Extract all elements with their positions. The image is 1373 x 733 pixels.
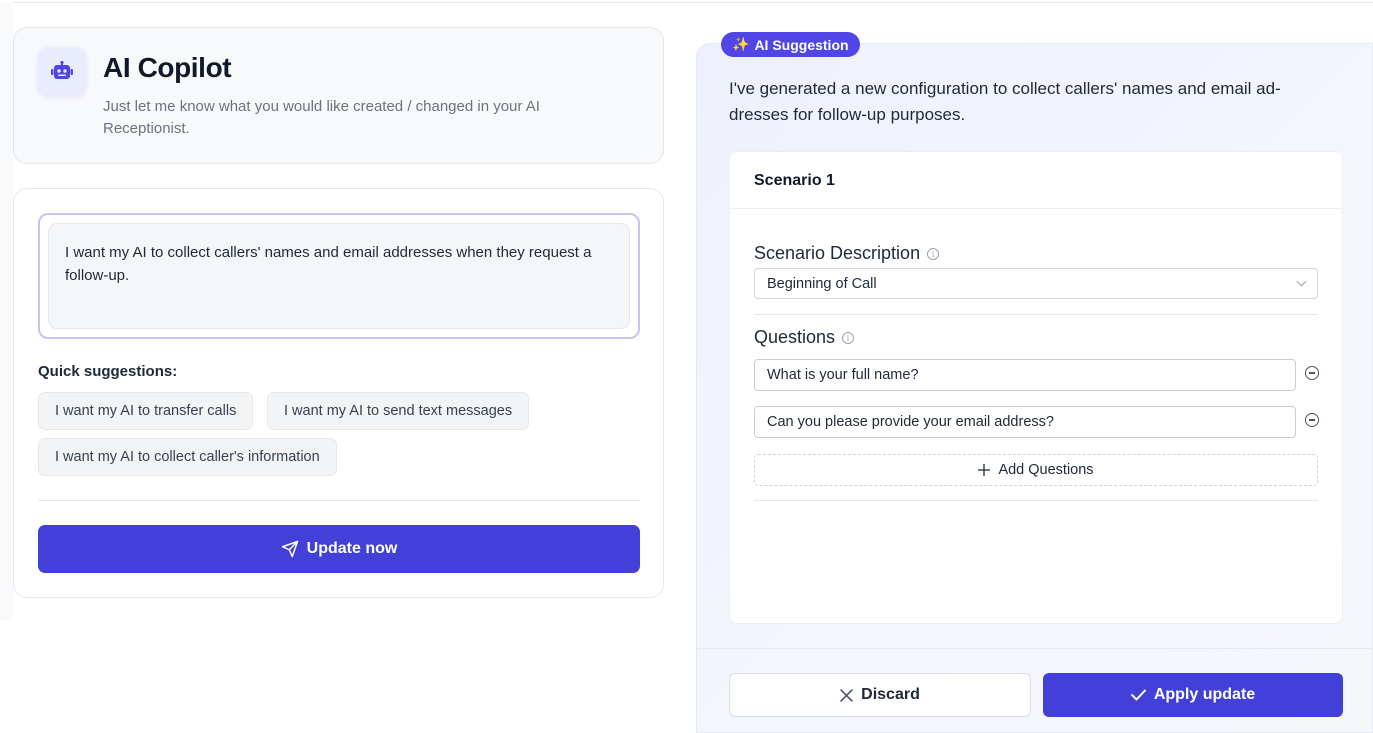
question-input-1[interactable] <box>754 359 1296 391</box>
discard-label: Discard <box>861 686 920 703</box>
scenario-description-label: Scenario Description i <box>754 243 940 264</box>
ai-suggestion-badge: ✨ AI Suggestion <box>721 32 860 57</box>
quick-suggestions-label: Quick suggestions: <box>38 363 178 380</box>
plus-icon <box>978 464 991 476</box>
info-icon[interactable]: i <box>927 247 940 260</box>
add-questions-button[interactable]: Add Questions <box>754 454 1318 486</box>
chevron-down-icon <box>1296 276 1307 287</box>
remove-question-button[interactable] <box>1305 366 1319 380</box>
scenario-description-value: Beginning of Call <box>767 275 877 292</box>
scenario-description-select[interactable]: Beginning of Call <box>754 268 1318 299</box>
remove-question-button[interactable] <box>1305 413 1319 427</box>
discard-button[interactable]: Discard <box>729 673 1031 717</box>
check-icon <box>1130 689 1146 701</box>
page-title: AI Copilot <box>103 52 232 83</box>
apply-update-button[interactable]: Apply update <box>1043 673 1343 717</box>
add-questions-label: Add Questions <box>998 462 1094 478</box>
ai-suggestion-badge-label: AI Suggestion <box>754 36 849 53</box>
top-divider <box>12 2 1373 3</box>
sparkles-icon: ✨ <box>732 36 750 52</box>
questions-label-text: Questions <box>754 327 836 347</box>
minus-circle-icon <box>1309 419 1315 421</box>
minus-circle-icon <box>1309 372 1315 374</box>
send-icon <box>281 540 299 558</box>
suggestion-chip-transfer-calls[interactable]: I want my AI to transfer calls <box>38 392 254 430</box>
prompt-card: I want my AI to collect callers' names a… <box>13 188 664 598</box>
questions-divider <box>754 500 1318 501</box>
scenario-description-label-text: Scenario Description <box>754 243 921 263</box>
suggestion-chip-send-texts[interactable]: I want my AI to send text messages <box>267 392 530 430</box>
suggestion-message: I've generated a new configuration to co… <box>729 79 1281 124</box>
prompt-textarea[interactable]: I want my AI to collect callers' names a… <box>48 223 630 329</box>
prompt-divider <box>38 500 640 501</box>
copilot-header-card: AI Copilot Just let me know what you wou… <box>13 27 664 164</box>
left-gutter <box>0 3 13 620</box>
close-icon <box>840 688 853 702</box>
scenario-card: Scenario 1 Scenario Description i Beginn… <box>729 151 1343 624</box>
question-input-2[interactable] <box>754 406 1296 438</box>
scenario-section-divider <box>754 314 1318 315</box>
info-icon[interactable]: i <box>842 331 855 344</box>
page-subtitle: Just let me know what you would like cre… <box>103 98 540 137</box>
update-now-label: Update now <box>306 540 398 557</box>
scenario-title: Scenario 1 <box>754 172 835 189</box>
prompt-input-focus-ring: I want my AI to collect callers' names a… <box>38 213 640 339</box>
robot-icon <box>38 47 86 95</box>
footer-divider <box>697 648 1373 649</box>
suggestion-chip-collect-info[interactable]: I want my AI to collect caller's informa… <box>38 438 337 476</box>
questions-label: Questions i <box>754 327 855 348</box>
scenario-header-divider <box>730 208 1342 209</box>
apply-update-label: Apply update <box>1153 686 1256 703</box>
update-now-button[interactable]: Update now <box>38 525 640 573</box>
